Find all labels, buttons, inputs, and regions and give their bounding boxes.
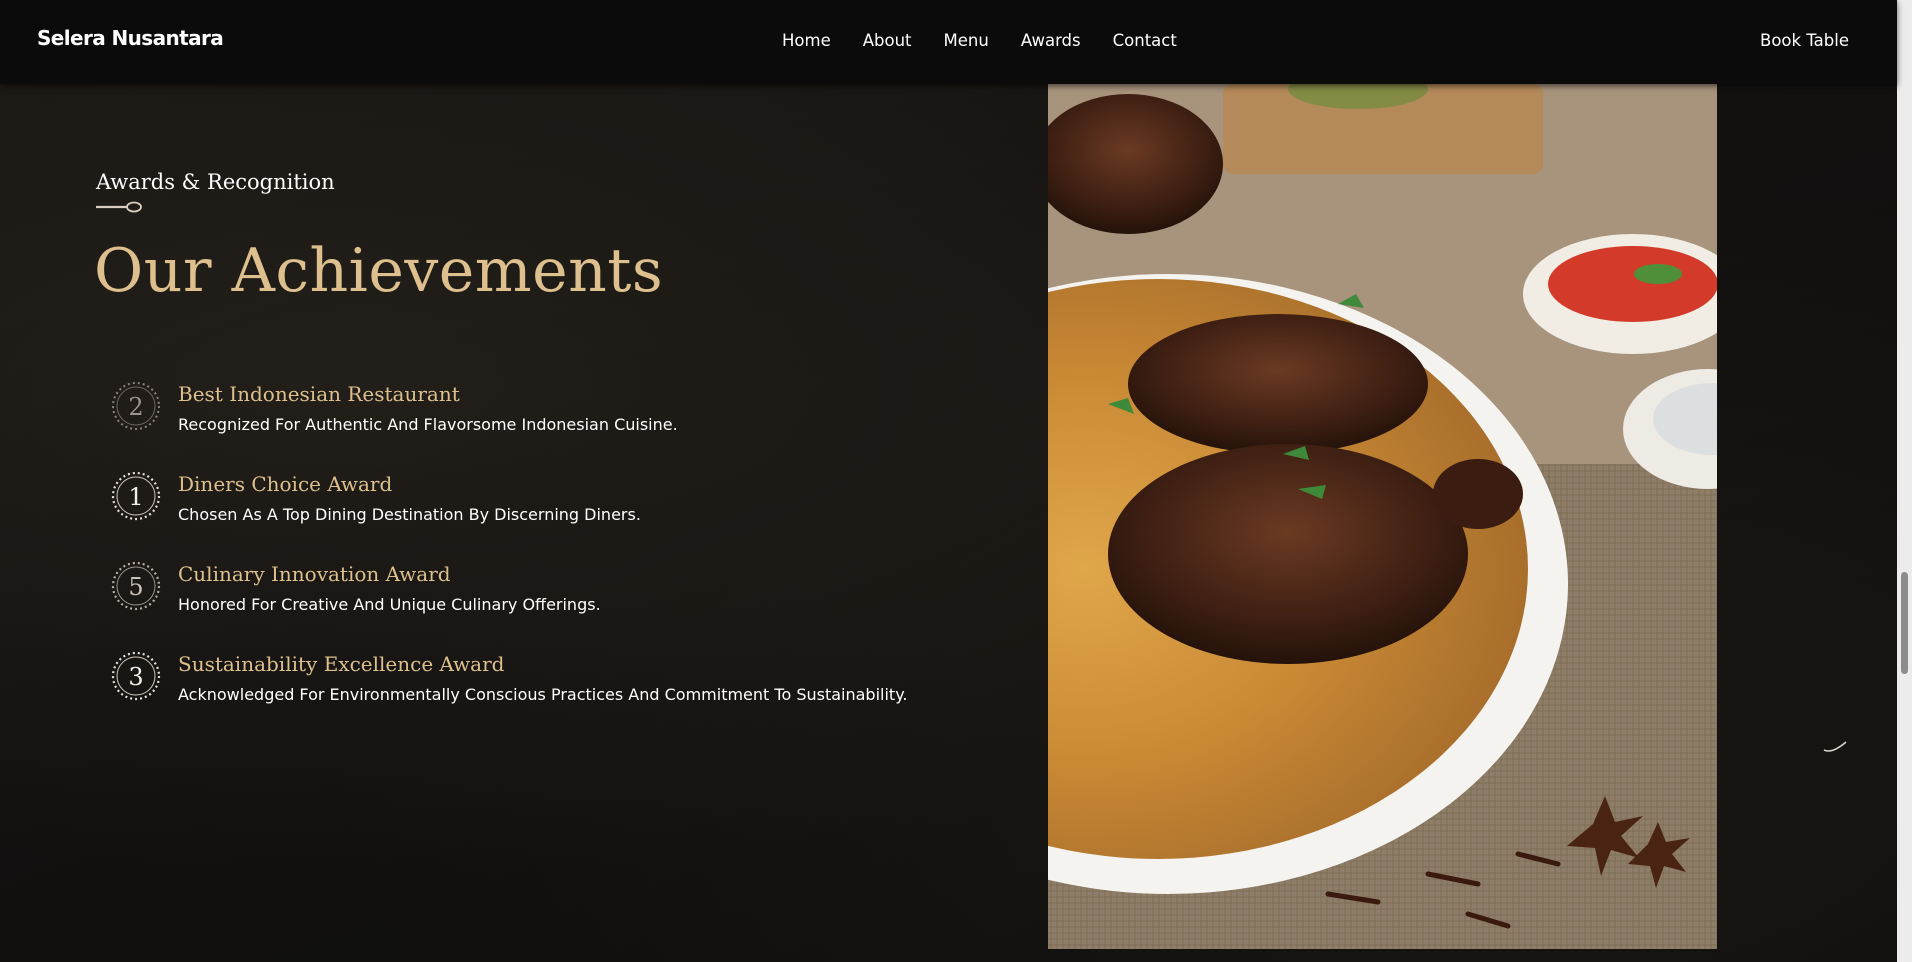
page-scrollbar[interactable] xyxy=(1897,0,1912,962)
svg-text:5: 5 xyxy=(128,573,143,601)
food-photo xyxy=(1048,84,1717,949)
laurel-badge-icon: 5 xyxy=(111,561,161,611)
nav-link-about[interactable]: About xyxy=(863,31,912,50)
award-description: Acknowledged For Environmentally Conscio… xyxy=(178,685,908,704)
award-item: 2 Best Indonesian Restaurant Recognized … xyxy=(110,374,970,464)
svg-text:2: 2 xyxy=(128,393,143,421)
section-kicker: Awards & Recognition xyxy=(96,170,335,194)
award-title: Diners Choice Award xyxy=(178,472,393,496)
brand-logo[interactable]: Selera Nusantara xyxy=(37,26,224,50)
nav-links: Home About Menu Awards Contact xyxy=(782,31,1177,50)
svg-text:3: 3 xyxy=(128,663,143,691)
scrollbar-thumb[interactable] xyxy=(1901,572,1908,674)
spoon-divider-icon xyxy=(96,201,142,213)
cursor-mark-icon xyxy=(1823,741,1847,752)
book-table-button[interactable]: Book Table xyxy=(1760,31,1849,50)
svg-text:1: 1 xyxy=(128,483,143,511)
award-item: 5 Culinary Innovation Award Honored For … xyxy=(110,554,970,644)
laurel-badge-icon: 3 xyxy=(111,651,161,701)
laurel-badge-icon: 2 xyxy=(112,382,160,430)
navbar: Selera Nusantara Home About Menu Awards … xyxy=(0,0,1897,84)
award-description: Chosen As A Top Dining Destination By Di… xyxy=(178,505,641,524)
award-title: Culinary Innovation Award xyxy=(178,562,451,586)
award-item: 1 Diners Choice Award Chosen As A Top Di… xyxy=(110,464,970,554)
nav-link-menu[interactable]: Menu xyxy=(944,31,989,50)
laurel-badge-icon: 1 xyxy=(111,471,161,521)
awards-list: 2 Best Indonesian Restaurant Recognized … xyxy=(110,374,970,734)
award-title: Sustainability Excellence Award xyxy=(178,652,505,676)
food-photo-illustration xyxy=(1048,84,1717,949)
nav-link-contact[interactable]: Contact xyxy=(1113,31,1177,50)
section-heading: Our Achievements xyxy=(94,236,664,306)
nav-link-awards[interactable]: Awards xyxy=(1021,31,1081,50)
award-description: Recognized For Authentic And Flavorsome … xyxy=(178,415,678,434)
award-description: Honored For Creative And Unique Culinary… xyxy=(178,595,601,614)
award-title: Best Indonesian Restaurant xyxy=(178,382,460,406)
nav-link-home[interactable]: Home xyxy=(782,31,831,50)
award-item: 3 Sustainability Excellence Award Acknow… xyxy=(110,644,970,734)
